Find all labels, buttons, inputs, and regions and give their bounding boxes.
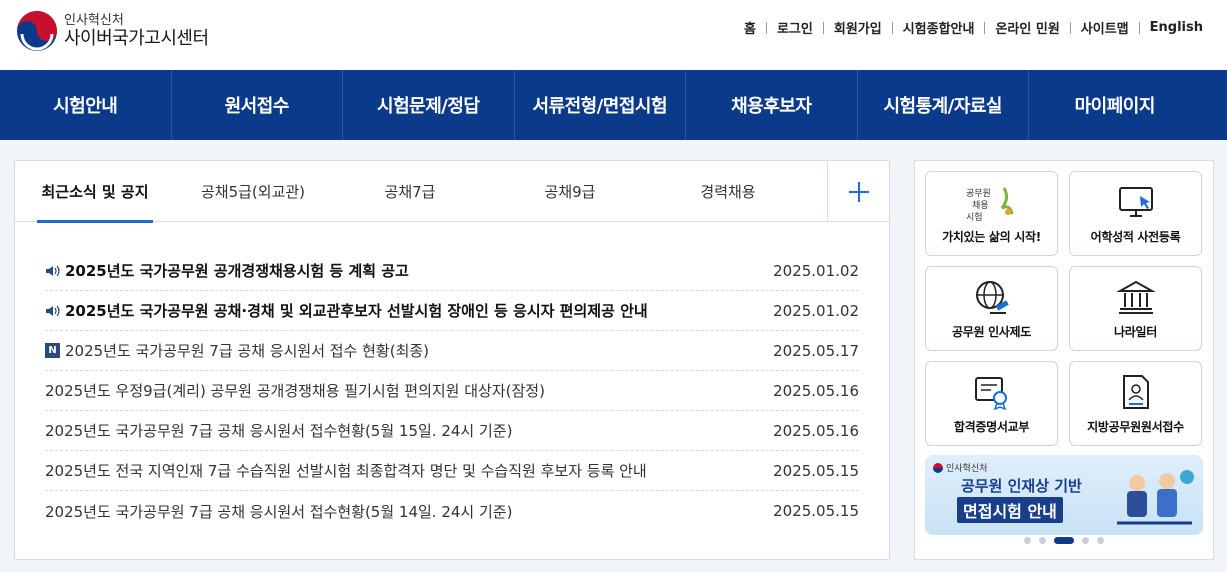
banner-headline: 공무원 인재상 기반 (961, 477, 1082, 495)
tab-grade5-diplomat[interactable]: 공채5급(외교관) (175, 161, 331, 222)
util-exam-guide-link[interactable]: 시험종합안내 (903, 18, 975, 37)
divider (984, 21, 986, 34)
util-sitemap-link[interactable]: 사이트맵 (1081, 18, 1129, 37)
quick-label: 나라일터 (1114, 325, 1157, 339)
taegeuk-logo-icon (933, 462, 943, 473)
notice-title[interactable]: 2025년도 국가공무원 7급 공채 응시원서 접수현황(5월 14일. 24시… (45, 501, 512, 522)
notice-tabs: 최근소식 및 공지 공채5급(외교관) 공채7급 공채9급 경력채용 (15, 161, 889, 223)
notice-date: 2025.05.17 (773, 341, 859, 360)
notice-title[interactable]: 2025년도 우정9급(계리) 공무원 공개경쟁채용 필기시험 편의지원 대상자… (45, 380, 545, 401)
notice-list: 2025년도 국가공무원 공개경쟁채용시험 등 계획 공고 2025.01.02… (45, 251, 859, 531)
carousel-dot[interactable] (1039, 537, 1046, 544)
banner-org-name: 인사혁신처 (946, 464, 988, 474)
list-item[interactable]: 2025년도 국가공무원 7급 공채 응시원서 접수현황(5월 14일. 24시… (45, 491, 859, 531)
site-name: 사이버국가고시센터 (64, 27, 209, 49)
nav-statistics[interactable]: 시험통계/자료실 (858, 70, 1029, 140)
quick-label: 공무원 인사제도 (951, 325, 1032, 339)
notice-title[interactable]: 2025년도 전국 지역인재 7급 수습직원 선발시험 최종합격자 명단 및 수… (45, 460, 647, 481)
document-person-icon (1122, 375, 1149, 409)
quick-recruit-campaign[interactable]: 공무원 채용 시험 가치있는 삶의 시작! (925, 171, 1058, 256)
tab-grade9[interactable]: 공채9급 (505, 161, 635, 222)
site-logo[interactable]: 인사혁신처 사이버국가고시센터 (16, 10, 209, 52)
promo-banner[interactable]: 인사혁신처 공무원 인재상 기반 면접시험 안내 (925, 455, 1203, 535)
divider (1138, 21, 1140, 34)
divider (1069, 21, 1071, 34)
people-illustration-icon (1117, 470, 1194, 525)
globe-gavel-icon (975, 281, 1009, 314)
nav-candidates[interactable]: 채용후보자 (686, 70, 858, 140)
nav-questions-answers[interactable]: 시험문제/정답 (343, 70, 515, 140)
utility-nav: 홈 로그인 회원가입 시험종합안내 온라인 민원 사이트맵 English (744, 18, 1203, 37)
more-button[interactable] (827, 161, 889, 222)
quick-local-application[interactable]: 지방공무원원서접수 (1069, 361, 1202, 446)
util-civil-petition-link[interactable]: 온라인 민원 (995, 18, 1059, 37)
notice-date: 2025.01.02 (773, 261, 859, 280)
carousel-dot-active[interactable] (1054, 537, 1074, 544)
notice-title[interactable]: 2025년도 국가공무원 7급 공채 응시원서 접수현황(5월 15일. 24시… (45, 420, 512, 441)
notice-title[interactable]: 2025년도 국가공무원 공개경쟁채용시험 등 계획 공고 (65, 260, 409, 281)
quick-hr-system[interactable]: 공무원 인사제도 (925, 266, 1058, 351)
recruit-logo-icon: 공무원 채용 시험 (966, 187, 1013, 222)
svg-text:채용: 채용 (972, 200, 989, 211)
government-building-icon (1115, 280, 1156, 314)
list-item[interactable]: 2025년도 국가공무원 공채·경채 및 외교관후보자 선발시험 장애인 등 응… (45, 291, 859, 331)
notice-date: 2025.05.15 (773, 461, 859, 480)
taegeuk-logo-icon (17, 11, 57, 51)
util-home-link[interactable]: 홈 (744, 18, 756, 37)
tab-latest-news[interactable]: 최근소식 및 공지 (37, 161, 153, 223)
quick-label: 어학성적 사전등록 (1090, 230, 1181, 244)
main-nav: 시험안내 원서접수 시험문제/정답 서류전형/면접시험 채용후보자 시험통계/자… (0, 70, 1227, 140)
carousel-dot[interactable] (1082, 537, 1089, 544)
quick-narailter[interactable]: 나라일터 (1069, 266, 1202, 351)
speaker-icon (46, 265, 60, 276)
certificate-icon (974, 377, 1007, 411)
quick-label: 가치있는 삶의 시작! (942, 230, 1041, 244)
util-english-link[interactable]: English (1150, 20, 1203, 35)
nav-mypage[interactable]: 마이페이지 (1029, 70, 1201, 140)
svg-text:시험: 시험 (966, 212, 983, 222)
divider (765, 21, 767, 34)
util-login-link[interactable]: 로그인 (777, 18, 813, 37)
list-item[interactable]: 2025년도 전국 지역인재 7급 수습직원 선발시험 최종합격자 명단 및 수… (45, 451, 859, 491)
site-header: 인사혁신처 사이버국가고시센터 홈 로그인 회원가입 시험종합안내 온라인 민원… (0, 0, 1227, 70)
quick-label: 지방공무원원서접수 (1087, 420, 1184, 434)
nav-exam-guide[interactable]: 시험안내 (0, 70, 172, 140)
monitor-cursor-icon (1118, 187, 1153, 217)
notice-title[interactable]: 2025년도 국가공무원 공채·경채 및 외교관후보자 선발시험 장애인 등 응… (65, 300, 648, 321)
quick-links-panel: 공무원 채용 시험 가치있는 삶의 시작! 어학성적 사전등록 공무원 인사제도 (914, 160, 1214, 560)
nav-application[interactable]: 원서접수 (172, 70, 343, 140)
divider (822, 21, 824, 34)
list-item[interactable]: N 2025년도 국가공무원 7급 공채 응시원서 접수 현황(최종) 2025… (45, 331, 859, 371)
tab-grade7[interactable]: 공채7급 (345, 161, 475, 222)
new-badge-icon: N (45, 343, 60, 358)
quick-language-score[interactable]: 어학성적 사전등록 (1069, 171, 1202, 256)
quick-label: 합격증명서교부 (953, 420, 1030, 434)
notice-date: 2025.05.16 (773, 381, 859, 400)
list-item[interactable]: 2025년도 우정9급(계리) 공무원 공개경쟁채용 필기시험 편의지원 대상자… (45, 371, 859, 411)
org-name: 인사혁신처 (64, 12, 124, 28)
banner-subheadline: 면접시험 안내 (957, 497, 1063, 523)
carousel-indicators (915, 537, 1213, 544)
nav-document-interview[interactable]: 서류전형/면접시험 (515, 70, 686, 140)
notice-date: 2025.01.02 (773, 301, 859, 320)
carousel-dot[interactable] (1024, 537, 1031, 544)
divider (891, 21, 893, 34)
notice-date: 2025.05.15 (773, 502, 859, 520)
quick-pass-certificate[interactable]: 합격증명서교부 (925, 361, 1058, 446)
speaker-icon (46, 305, 60, 316)
svg-text:공무원: 공무원 (966, 188, 991, 199)
notice-panel: 최근소식 및 공지 공채5급(외교관) 공채7급 공채9급 경력채용 2025년… (14, 160, 890, 560)
notice-title[interactable]: 2025년도 국가공무원 7급 공채 응시원서 접수 현황(최종) (65, 340, 429, 361)
carousel-dot[interactable] (1097, 537, 1104, 544)
tab-career[interactable]: 경력채용 (663, 161, 793, 222)
plus-icon (848, 181, 869, 202)
list-item[interactable]: 2025년도 국가공무원 공개경쟁채용시험 등 계획 공고 2025.01.02 (45, 251, 859, 291)
notice-date: 2025.05.16 (773, 421, 859, 440)
util-signup-link[interactable]: 회원가입 (834, 18, 882, 37)
list-item[interactable]: 2025년도 국가공무원 7급 공채 응시원서 접수현황(5월 15일. 24시… (45, 411, 859, 451)
